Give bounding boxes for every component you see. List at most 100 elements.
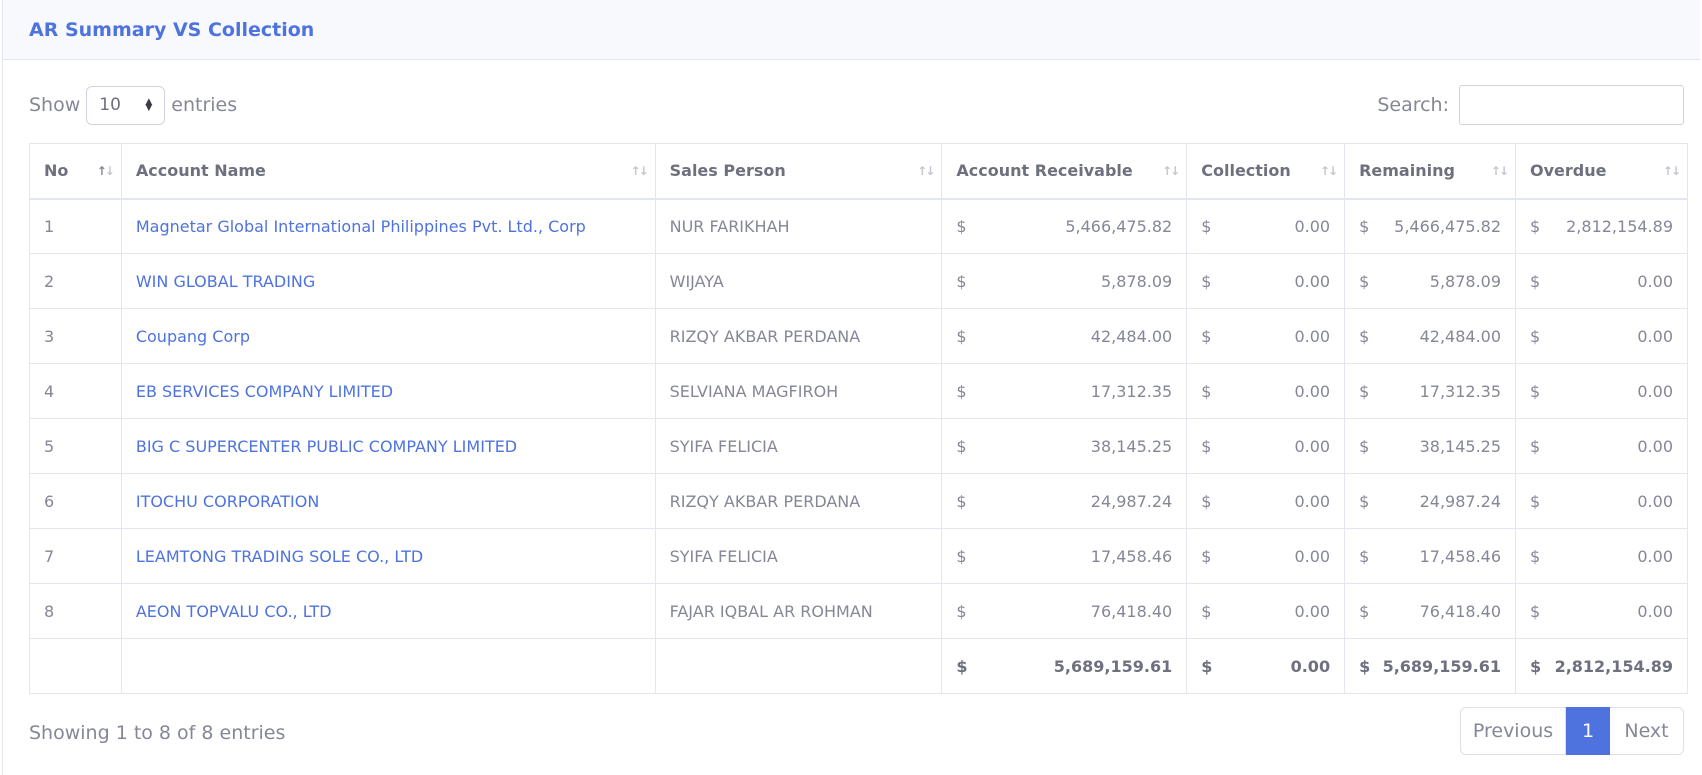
column-label: Account Name (135, 161, 266, 181)
amount: 0.00 (1637, 601, 1673, 621)
currency-symbol: $ (1530, 491, 1541, 511)
overdue-cell: $0.00 (1515, 473, 1688, 529)
amount: 0.00 (1294, 216, 1331, 236)
currency-symbol: $ (956, 436, 967, 456)
row-number: 5 (29, 418, 122, 474)
account-name-link[interactable]: Magnetar Global International Philippine… (120, 198, 656, 254)
table-row: 4 EB SERVICES COMPANY LIMITED SELVIANA MAG… (29, 363, 1688, 419)
amount: 38,145.25 (1090, 436, 1173, 456)
amount: 0.00 (1637, 546, 1673, 566)
total-collection: $0.00 (1186, 638, 1346, 694)
currency-symbol: $ (1359, 601, 1370, 621)
table-row: 1 Magnetar Global International Philippin… (29, 198, 1688, 254)
account-receivable-cell: $17,312.35 (941, 363, 1188, 419)
page-1-button[interactable]: 1 (1566, 707, 1610, 755)
currency-symbol: $ (1359, 436, 1370, 456)
overdue-cell: $0.00 (1515, 363, 1688, 419)
row-number: 8 (29, 583, 122, 639)
column-header-remaining[interactable]: Remaining ↑↓ (1344, 143, 1517, 200)
currency-symbol: $ (1530, 381, 1541, 401)
amount: 5,689,159.61 (1053, 656, 1173, 676)
sales-person: NUR FARIKHAH (654, 198, 943, 254)
row-number: 1 (29, 198, 122, 254)
collection-cell: $0.00 (1186, 253, 1346, 309)
currency-symbol: $ (1359, 326, 1370, 346)
table-row: 2 WIN GLOBAL TRADING WIJAYA $5,878.09 $0.00 $… (29, 253, 1688, 309)
totals-sales-cell (654, 638, 943, 694)
account-receivable-cell: $42,484.00 (941, 308, 1188, 364)
column-header-sales-person[interactable]: Sales Person ↑↓ (654, 143, 943, 200)
amount: 24,987.24 (1090, 491, 1173, 511)
currency-symbol: $ (956, 326, 967, 346)
previous-page-button[interactable]: Previous (1460, 707, 1566, 755)
account-name-link[interactable]: ITOCHU CORPORATION (120, 473, 656, 529)
sales-person: FAJAR IQBAL AR ROHMAN (654, 583, 943, 639)
card-header: AR Summary VS Collection (3, 0, 1700, 60)
column-header-overdue[interactable]: Overdue ↑↓ (1515, 143, 1688, 200)
total-overdue: $2,812,154.89 (1515, 638, 1688, 694)
collection-cell: $0.00 (1186, 418, 1346, 474)
next-page-button[interactable]: Next (1610, 707, 1684, 755)
overdue-cell: $0.00 (1515, 528, 1688, 584)
account-receivable-cell: $38,145.25 (941, 418, 1188, 474)
column-header-no[interactable]: No ↑↓ (29, 143, 122, 200)
entries-select[interactable]: 10 ▲ ▼ (86, 85, 166, 125)
amount: 0.00 (1637, 436, 1673, 456)
collection-cell: $0.00 (1186, 308, 1346, 364)
remaining-cell: $17,312.35 (1344, 363, 1517, 419)
table-body: 1 Magnetar Global International Philippin… (29, 198, 1688, 639)
amount: 0.00 (1294, 326, 1331, 346)
currency-symbol: $ (956, 656, 968, 676)
account-name-link[interactable]: EB SERVICES COMPANY LIMITED (120, 363, 656, 419)
sales-person: WIJAYA (654, 253, 943, 309)
remaining-cell: $17,458.46 (1344, 528, 1517, 584)
column-header-account-name[interactable]: Account Name ↑↓ (120, 143, 656, 200)
amount: 0.00 (1637, 381, 1673, 401)
amount: 5,466,475.82 (1394, 216, 1502, 236)
account-name-link[interactable]: BIG C SUPERCENTER PUBLIC COMPANY LIMITED (120, 418, 656, 474)
amount: 2,812,154.89 (1554, 656, 1673, 676)
currency-symbol: $ (1530, 271, 1541, 291)
currency-symbol: $ (1530, 216, 1541, 236)
amount: 17,312.35 (1090, 381, 1173, 401)
collection-cell: $0.00 (1186, 363, 1346, 419)
search-control: Search: (1377, 85, 1684, 125)
column-label: No (44, 161, 69, 181)
currency-symbol: $ (956, 216, 967, 236)
amount: 0.00 (1294, 381, 1331, 401)
row-number: 6 (29, 473, 122, 529)
sort-icon: ↑↓ (1490, 163, 1509, 178)
table-info: Showing 1 to 8 of 8 entries (29, 722, 286, 744)
column-header-collection[interactable]: Collection ↑↓ (1186, 143, 1346, 200)
amount: 5,466,475.82 (1065, 216, 1173, 236)
sales-person: SELVIANA MAGFIROH (654, 363, 943, 419)
currency-symbol: $ (1201, 271, 1212, 291)
amount: 5,878.09 (1100, 271, 1173, 291)
amount: 2,812,154.89 (1566, 216, 1673, 236)
sort-icon: ↑↓ (917, 163, 935, 178)
pagination: Previous 1 Next (1460, 707, 1684, 755)
currency-symbol: $ (1359, 271, 1370, 291)
account-receivable-cell: $24,987.24 (941, 473, 1188, 529)
sort-icon: ↑↓ (1662, 163, 1681, 178)
sort-icon: ↑↓ (96, 163, 115, 178)
account-name-link[interactable]: Coupang Corp (120, 308, 656, 364)
amount: 17,312.35 (1419, 381, 1502, 401)
amount: 24,987.24 (1419, 491, 1502, 511)
search-input[interactable] (1459, 85, 1684, 125)
amount: 5,689,159.61 (1382, 656, 1502, 676)
currency-symbol: $ (956, 546, 967, 566)
overdue-cell: $0.00 (1515, 253, 1688, 309)
ar-summary-card: AR Summary VS Collection Show 10 ▲ ▼ entr… (2, 0, 1700, 775)
table-row: 3 Coupang Corp RIZQY AKBAR PERDANA $42,484.… (29, 308, 1688, 364)
overdue-cell: $0.00 (1515, 308, 1688, 364)
row-number: 4 (29, 363, 122, 419)
account-name-link[interactable]: WIN GLOBAL TRADING (120, 253, 656, 309)
amount: 0.00 (1294, 491, 1331, 511)
account-name-link[interactable]: LEAMTONG TRADING SOLE CO., LTD (120, 528, 656, 584)
currency-symbol: $ (1201, 601, 1212, 621)
total-account-receivable: $5,689,159.61 (941, 638, 1188, 694)
column-header-account-receivable[interactable]: Account Receivable ↑↓ (941, 143, 1188, 200)
account-name-link[interactable]: AEON TOPVALU CO., LTD (120, 583, 656, 639)
account-receivable-cell: $5,878.09 (941, 253, 1188, 309)
